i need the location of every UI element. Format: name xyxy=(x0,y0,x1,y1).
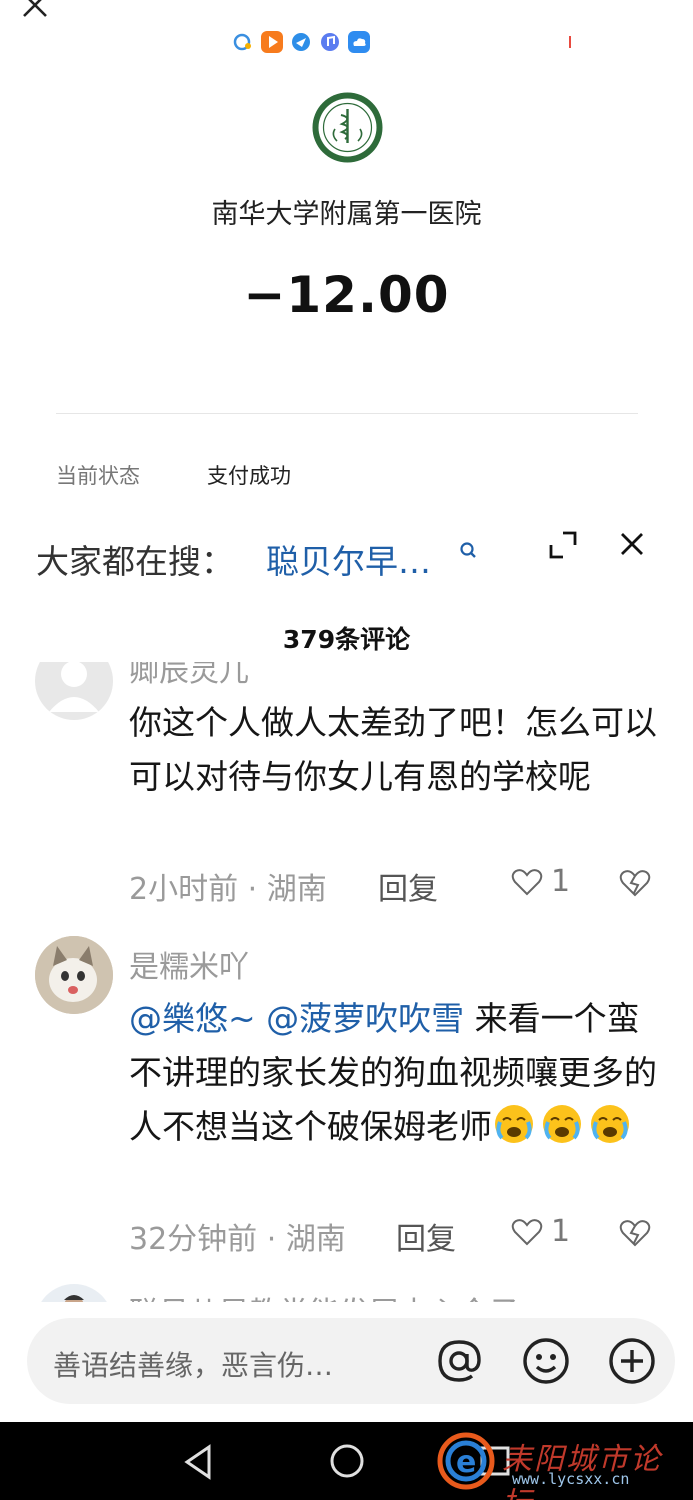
app-icons-row xyxy=(232,31,370,53)
comment-username[interactable]: 是糯米吖 xyxy=(129,942,249,986)
system-nav-bar: e 耒阳城市论坛 www.lycsxx.cn xyxy=(0,1422,693,1500)
comment-input-bar[interactable]: 善语结善缘，恶言伤… xyxy=(27,1318,675,1404)
crying-emoji-icon xyxy=(588,1102,632,1146)
svg-text:e: e xyxy=(456,1445,476,1480)
avatar[interactable] xyxy=(35,1284,113,1302)
status-value: 支付成功 xyxy=(207,464,291,488)
expand-icon[interactable] xyxy=(547,529,579,561)
dislike-icon[interactable] xyxy=(619,1218,651,1248)
comment-meta: 2小时前 · 湖南 xyxy=(129,864,327,908)
home-icon[interactable] xyxy=(328,1442,366,1480)
comment-list[interactable]: 卿辰灵儿 你这个人做人太差劲了吧！怎么可以可以对待与你女儿有恩的学校呢 2小时前… xyxy=(0,662,693,1302)
comment-time: 2小时前 xyxy=(129,872,239,907)
emoji-row xyxy=(492,1105,636,1146)
comment-time: 32分钟前 xyxy=(129,1222,258,1257)
crying-emoji-icon xyxy=(540,1102,584,1146)
avatar[interactable] xyxy=(35,936,113,1014)
comment-input[interactable]: 善语结善缘，恶言伤… xyxy=(53,1344,333,1384)
comment-location: 湖南 xyxy=(266,872,327,907)
comment-count: 379条评论 xyxy=(282,625,411,654)
video-app-icon xyxy=(261,31,283,53)
status-label: 当前状态 xyxy=(56,464,140,488)
divider xyxy=(56,413,638,414)
avatar[interactable] xyxy=(35,662,113,720)
heart-icon xyxy=(511,868,543,895)
meta-separator: · xyxy=(247,872,267,907)
heart-icon xyxy=(511,1218,543,1245)
comment-meta: 32分钟前 · 湖南 xyxy=(129,1214,346,1258)
close-icon[interactable] xyxy=(18,0,52,24)
reply-button[interactable]: 回复 xyxy=(396,1214,456,1258)
hot-search-term[interactable]: 聪贝尔早… xyxy=(266,535,431,583)
at-mention-icon[interactable] xyxy=(434,1336,484,1386)
hospital-logo xyxy=(311,91,384,164)
back-icon[interactable] xyxy=(181,1442,217,1482)
like-button[interactable]: 1 xyxy=(511,864,570,899)
watermark-logo-icon: e xyxy=(437,1432,495,1490)
status-mark xyxy=(569,36,571,48)
watermark: e 耒阳城市论坛 www.lycsxx.cn xyxy=(432,1430,687,1500)
meta-separator: · xyxy=(266,1222,286,1257)
like-count: 1 xyxy=(551,864,571,899)
hot-search-label: 大家都在搜： xyxy=(36,542,234,581)
emoji-icon[interactable] xyxy=(521,1336,571,1386)
comment-location: 湖南 xyxy=(285,1222,346,1257)
search-icon[interactable] xyxy=(458,540,480,562)
reply-button[interactable]: 回复 xyxy=(378,864,438,908)
mention-link[interactable]: @樂悠~ xyxy=(129,999,256,1038)
comment-text: @樂悠~ @菠萝吹吹雪 来看一个蛮不讲理的家长发的狗血视频嚷更多的人不想当这个破… xyxy=(129,992,664,1154)
crying-emoji-icon xyxy=(492,1102,536,1146)
like-count: 1 xyxy=(551,1214,571,1249)
watermark-text: 耒阳城市论坛 xyxy=(502,1442,662,1500)
merchant-name: 南华大学附属第一医院 xyxy=(211,199,482,230)
comment-username[interactable]: 卿辰灵儿 xyxy=(129,662,249,690)
dislike-icon[interactable] xyxy=(619,868,651,898)
comment-text: 你这个人做人太差劲了吧！怎么可以可以对待与你女儿有恩的学校呢 xyxy=(129,703,657,796)
like-button[interactable]: 1 xyxy=(511,1214,570,1249)
browser-app-icon xyxy=(290,31,312,53)
add-icon[interactable] xyxy=(607,1336,657,1386)
mention-link[interactable]: @菠萝吹吹雪 xyxy=(266,999,464,1038)
watermark-url: www.lycsxx.cn xyxy=(512,1470,630,1488)
music-app-icon xyxy=(319,31,341,53)
close-comments-button[interactable] xyxy=(617,529,647,559)
payment-amount: −12.00 xyxy=(243,266,450,324)
chat-app-icon xyxy=(232,31,254,53)
comment-username[interactable]: 聪贝儿早教党能发展中心今子 xyxy=(129,1288,519,1302)
cloud-app-icon xyxy=(348,31,370,53)
